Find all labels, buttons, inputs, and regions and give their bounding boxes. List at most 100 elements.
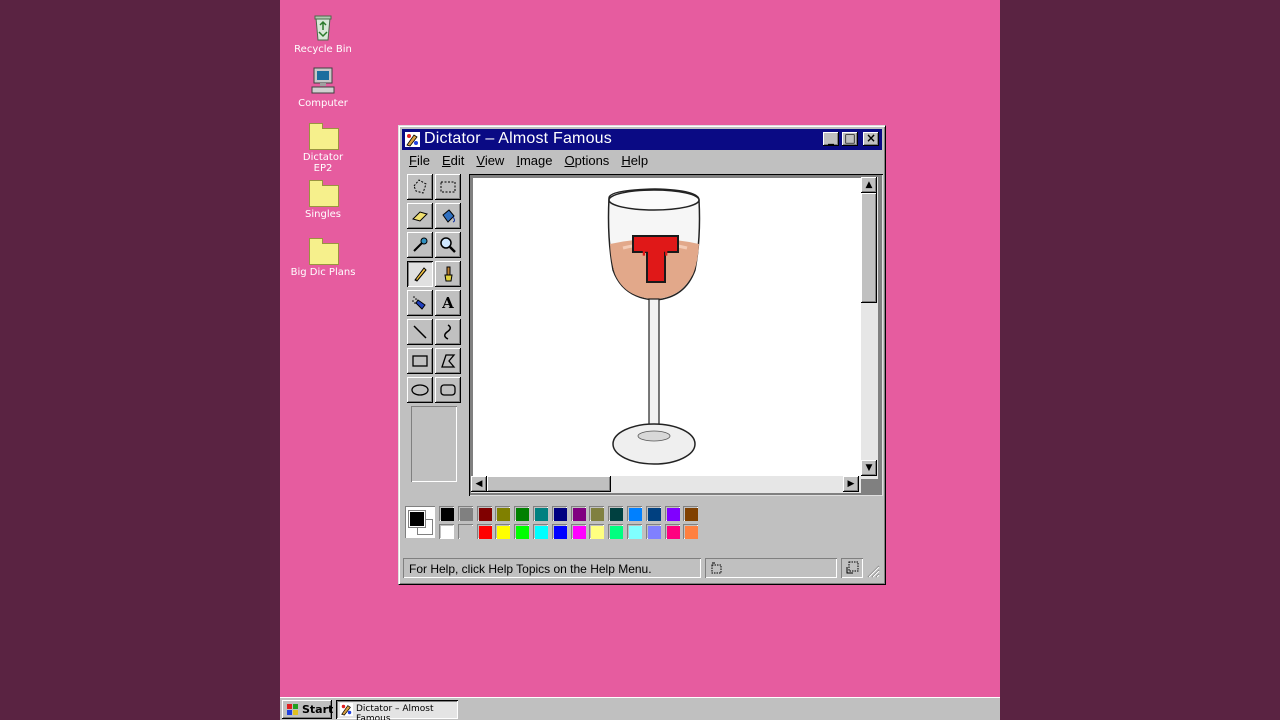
palette-swatch[interactable] <box>514 524 530 539</box>
desktop-icon-label: Big Dic Plans <box>290 267 356 278</box>
scroll-left-button[interactable]: ◀ <box>471 476 487 492</box>
status-text: For Help, click Help Topics on the Help … <box>409 562 652 576</box>
maximize-button[interactable]: □ <box>842 132 858 146</box>
text-icon: A <box>442 294 454 312</box>
palette-swatch[interactable] <box>477 524 492 539</box>
close-button[interactable]: × <box>863 132 879 146</box>
palette-swatch[interactable] <box>589 506 605 521</box>
horizontal-scrollbar[interactable]: ◀ ▶ <box>471 476 861 493</box>
taskbar-window-label: Dictator – Almost Famous <box>356 704 434 720</box>
tool-polygon[interactable] <box>435 348 461 374</box>
palette-swatch[interactable] <box>608 506 624 521</box>
palette-swatch[interactable] <box>458 524 473 539</box>
rounded-rectangle-icon <box>440 384 456 396</box>
desktop-icon-label: Recycle Bin <box>294 44 352 55</box>
paint-window: Dictator – Almost Famous _ □ × File Edit V… <box>398 125 886 585</box>
brush-icon <box>444 266 453 282</box>
tool-options-box[interactable] <box>411 406 457 482</box>
start-button[interactable]: Start <box>282 700 334 719</box>
cursor-position-icon <box>711 562 722 574</box>
vertical-scroll-thumb[interactable] <box>861 193 877 303</box>
current-colors <box>405 506 435 538</box>
tool-line[interactable] <box>407 319 433 345</box>
desktop-icon-label: Computer <box>298 98 348 109</box>
palette-swatch[interactable] <box>627 506 642 521</box>
drawing-canvas[interactable]: T <box>473 178 861 476</box>
palette-swatch[interactable] <box>495 524 511 539</box>
tool-rounded-rectangle[interactable] <box>435 377 461 403</box>
computer-icon <box>307 66 339 96</box>
menu-image[interactable]: Image <box>510 152 558 168</box>
palette-swatch[interactable] <box>646 524 661 539</box>
menu-edit[interactable]: Edit <box>436 152 470 168</box>
tool-ellipse[interactable] <box>407 377 433 403</box>
folder-icon <box>307 120 339 150</box>
menu-options[interactable]: Options <box>558 152 615 168</box>
palette-swatch[interactable] <box>571 524 586 539</box>
palette-swatch[interactable] <box>665 524 680 539</box>
desktop-icon-dictator-ep2[interactable]: Dictator EP2 <box>285 120 361 174</box>
scroll-up-button[interactable]: ▲ <box>861 177 877 193</box>
desktop-icon-label: Dictator <box>302 152 344 163</box>
palette-swatch[interactable] <box>683 524 699 539</box>
palette-swatch[interactable] <box>627 524 642 539</box>
vertical-scrollbar[interactable]: ▲ ▼ <box>861 177 878 479</box>
selection-size-pane <box>841 558 863 578</box>
desktop-icon-big-dic-plans[interactable]: Big Dic Plans <box>285 235 361 278</box>
palette-swatch[interactable] <box>683 506 699 521</box>
line-icon <box>413 325 427 339</box>
palette-swatch[interactable] <box>608 524 624 539</box>
tool-brush[interactable] <box>435 261 461 287</box>
minimize-button[interactable]: _ <box>823 132 839 146</box>
folder-icon <box>307 177 339 207</box>
toolbox: A <box>403 174 463 494</box>
taskbar-window-button[interactable]: Dictator – Almost Famous <box>336 700 458 720</box>
tool-rectangle-select[interactable] <box>435 174 461 200</box>
desktop-icon-computer[interactable]: Computer <box>285 66 361 109</box>
palette-swatch[interactable] <box>665 506 680 521</box>
pencil-icon <box>414 267 427 282</box>
palette-swatch[interactable] <box>646 506 661 521</box>
menu-help[interactable]: Help <box>615 152 654 168</box>
title-bar[interactable]: Dictator – Almost Famous _ □ × <box>402 129 882 150</box>
start-label: Start <box>302 703 334 716</box>
palette-swatch[interactable] <box>514 506 530 521</box>
palette-swatch[interactable] <box>495 506 511 521</box>
tool-airbrush[interactable] <box>407 290 433 316</box>
paint-app-icon <box>405 132 420 147</box>
tool-text[interactable]: A <box>435 290 461 316</box>
palette-swatch[interactable] <box>458 506 473 521</box>
tool-free-form-select[interactable] <box>407 174 433 200</box>
desktop-icon-singles[interactable]: Singles <box>285 177 361 220</box>
scroll-right-button[interactable]: ▶ <box>843 476 859 492</box>
tool-magnifier[interactable] <box>435 232 461 258</box>
resize-grip-icon[interactable] <box>866 564 880 578</box>
taskbar: Start Dictator – Almost Famous <box>280 697 1000 720</box>
palette-swatch[interactable] <box>439 506 454 521</box>
palette-swatch[interactable] <box>477 506 492 521</box>
menu-file[interactable]: File <box>403 152 436 168</box>
recycle-bin-icon <box>307 12 339 42</box>
desktop-icon-recycle-bin[interactable]: Recycle Bin <box>285 12 361 55</box>
horizontal-scroll-thumb[interactable] <box>487 476 611 492</box>
tool-curve[interactable] <box>435 319 461 345</box>
tool-pencil[interactable] <box>407 261 433 287</box>
foreground-color <box>408 510 426 528</box>
tool-eraser[interactable] <box>407 203 433 229</box>
cursor-position-pane <box>705 558 837 578</box>
tool-fill[interactable] <box>435 203 461 229</box>
tool-rectangle[interactable] <box>407 348 433 374</box>
scroll-down-button[interactable]: ▼ <box>861 460 877 476</box>
glass-logo-letter: T <box>642 243 667 283</box>
tool-pick-color[interactable] <box>407 232 433 258</box>
rectangle-icon <box>412 355 428 367</box>
palette-swatch[interactable] <box>552 506 567 521</box>
palette-swatch[interactable] <box>533 524 548 539</box>
menu-view[interactable]: View <box>470 152 510 168</box>
palette-swatch[interactable] <box>571 506 586 521</box>
palette-swatch[interactable] <box>439 524 454 539</box>
palette-swatch[interactable] <box>589 524 605 539</box>
palette-swatch[interactable] <box>533 506 548 521</box>
palette-swatch[interactable] <box>552 524 567 539</box>
fill-bucket-icon <box>442 209 455 223</box>
